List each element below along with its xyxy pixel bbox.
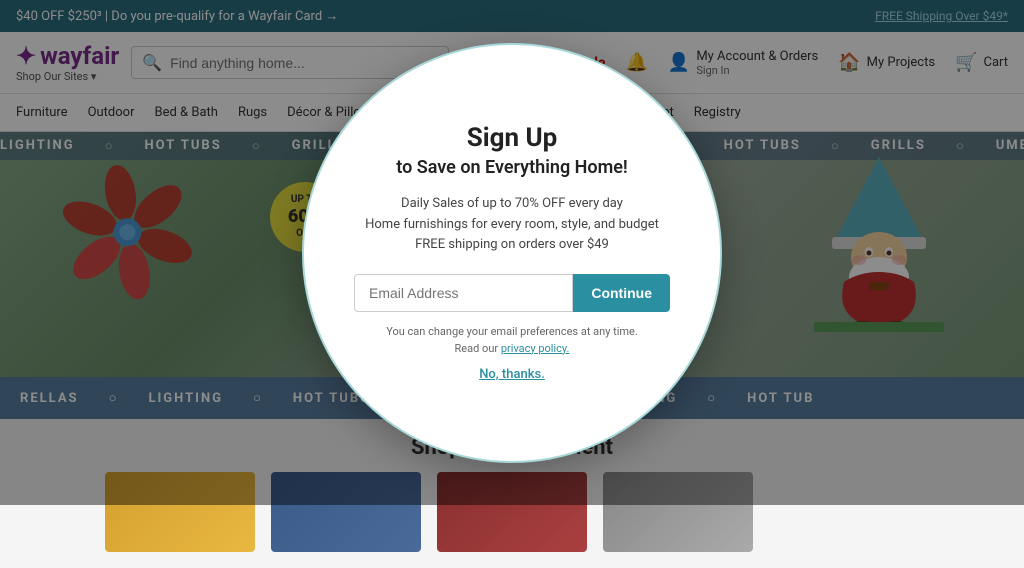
fine-print: You can change your email preferences at… [386,324,638,357]
modal-overlay[interactable]: Sign Up to Save on Everything Home! Dail… [0,0,1024,505]
modal-line3: FREE shipping on orders over $49 [415,237,609,252]
modal-description: Daily Sales of up to 70% OFF every day H… [365,194,659,256]
modal-line2: Home furnishings for every room, style, … [365,217,659,232]
signup-modal: Sign Up to Save on Everything Home! Dail… [302,43,722,463]
email-input[interactable] [354,274,573,312]
privacy-policy-link[interactable]: privacy policy. [501,342,570,355]
modal-line1: Daily Sales of up to 70% OFF every day [401,196,623,211]
no-thanks-link[interactable]: No, thanks. [479,367,545,382]
modal-subheadline: to Save on Everything Home! [396,157,627,178]
continue-button[interactable]: Continue [573,274,670,312]
email-row: Continue [354,274,670,312]
fine-print-text: You can change your email preferences at… [386,325,638,338]
modal-headline: Sign Up [467,123,558,153]
